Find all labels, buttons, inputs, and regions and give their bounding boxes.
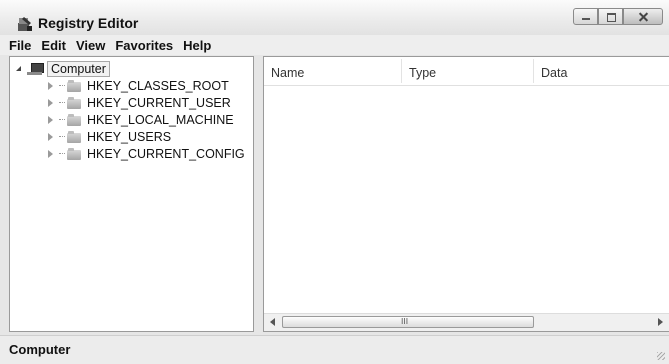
registry-editor-icon [18, 17, 32, 31]
expand-arrow-icon[interactable] [47, 149, 55, 159]
menu-help[interactable]: Help [178, 38, 216, 53]
horizontal-scrollbar[interactable]: III [264, 313, 669, 331]
window-controls [573, 8, 663, 26]
close-button[interactable] [623, 8, 663, 25]
tree-connector [59, 102, 65, 104]
title-bar[interactable]: Registry Editor [0, 0, 669, 35]
folder-icon [67, 114, 81, 126]
scroll-thumb[interactable]: III [282, 316, 534, 328]
column-headers: Name Type Data [264, 57, 669, 86]
tree-node-hkey-classes-root[interactable]: HKEY_CLASSES_ROOT [47, 78, 229, 94]
minimize-button[interactable] [573, 8, 598, 25]
tree-label: HKEY_CLASSES_ROOT [87, 79, 229, 93]
registry-editor-window: Registry Editor File Edit View Favorites… [0, 0, 669, 364]
expand-arrow-icon[interactable] [47, 98, 55, 108]
tree-connector [59, 153, 65, 155]
tree-label: HKEY_USERS [87, 130, 172, 144]
tree-connector [59, 136, 65, 138]
tree-label: HKEY_CURRENT_CONFIG [87, 147, 245, 161]
expand-arrow-icon[interactable] [47, 115, 55, 125]
tree-node-hkey-current-user[interactable]: HKEY_CURRENT_USER [47, 95, 231, 111]
folder-icon [67, 97, 81, 109]
collapse-arrow-icon[interactable] [15, 65, 23, 73]
scroll-left-arrow-icon[interactable] [270, 318, 275, 326]
folder-icon [67, 131, 81, 143]
tree-connector [59, 85, 65, 87]
window-title: Registry Editor [38, 15, 139, 31]
expand-arrow-icon[interactable] [47, 132, 55, 142]
tree-node-hkey-current-config[interactable]: HKEY_CURRENT_CONFIG [47, 146, 245, 162]
column-divider[interactable] [533, 59, 534, 83]
tree-connector [59, 119, 65, 121]
column-divider[interactable] [401, 59, 402, 83]
menu-file[interactable]: File [0, 38, 36, 53]
menu-view[interactable]: View [71, 38, 110, 53]
tree-label: HKEY_LOCAL_MACHINE [87, 113, 234, 127]
scroll-right-arrow-icon[interactable] [658, 318, 663, 326]
registry-tree-pane[interactable]: Computer HKEY_CLASSES_ROOT HKEY_CURRENT_… [9, 56, 254, 332]
status-path: Computer [9, 342, 71, 357]
tree-node-hkey-users[interactable]: HKEY_USERS [47, 129, 171, 145]
tree-node-computer[interactable]: Computer [15, 61, 110, 77]
maximize-button[interactable] [598, 8, 623, 25]
scroll-thumb-grip: III [401, 317, 409, 326]
column-header-type[interactable]: Type [409, 66, 436, 80]
tree-node-hkey-local-machine[interactable]: HKEY_LOCAL_MACHINE [47, 112, 234, 128]
column-header-name[interactable]: Name [271, 66, 304, 80]
menu-bar: File Edit View Favorites Help [0, 35, 669, 55]
menu-edit[interactable]: Edit [36, 38, 71, 53]
resize-grip-icon[interactable] [657, 352, 665, 360]
status-bar: Computer [0, 335, 669, 364]
tree-label-computer: Computer [47, 61, 110, 77]
computer-icon [27, 62, 44, 76]
expand-arrow-icon[interactable] [47, 81, 55, 91]
folder-icon [67, 80, 81, 92]
menu-favorites[interactable]: Favorites [110, 38, 178, 53]
values-list-pane[interactable]: Name Type Data III [263, 56, 669, 332]
tree-label: HKEY_CURRENT_USER [87, 96, 231, 110]
column-header-data[interactable]: Data [541, 66, 567, 80]
folder-icon [67, 148, 81, 160]
